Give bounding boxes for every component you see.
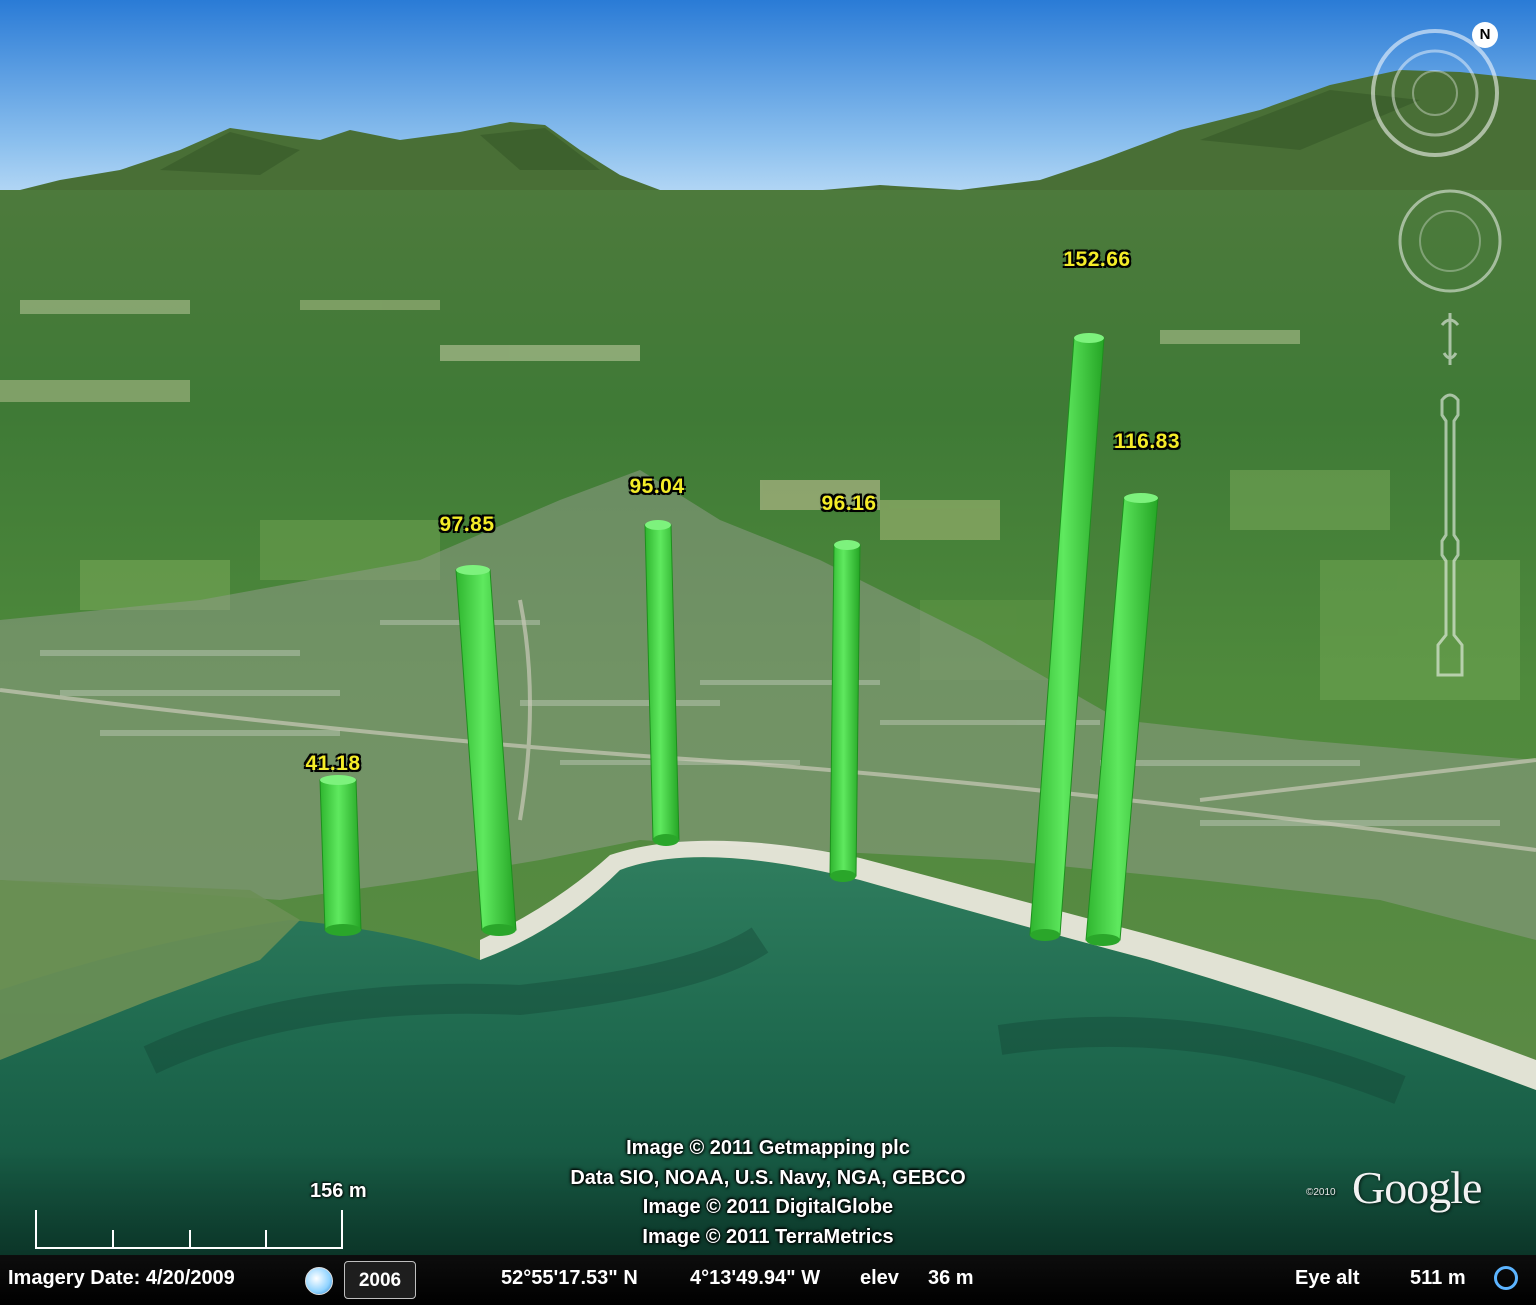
eye-altitude-value: 511 m <box>1410 1267 1466 1289</box>
elevation-value: 36 m <box>928 1267 974 1289</box>
bar-1-base <box>325 924 361 936</box>
zoom-slider[interactable] <box>1420 305 1480 695</box>
longitude-readout: 4°13'49.94" W <box>690 1267 821 1289</box>
zoom-slider-track <box>1436 393 1464 677</box>
latitude-readout: 52°55'17.53" N <box>501 1267 638 1289</box>
scale-label: 156 m <box>310 1180 367 1202</box>
bar-2-cap <box>456 565 490 575</box>
imagery-year-button[interactable]: 2006 <box>344 1261 416 1299</box>
bar-3-base <box>653 834 679 846</box>
bar-5-base <box>1030 929 1060 941</box>
bar-4[interactable] <box>829 544 861 877</box>
bar-2-label: 97.85 <box>439 513 495 536</box>
status-bar: Imagery Date: 4/20/2009 2006 52°55'17.53… <box>0 1255 1536 1305</box>
historical-imagery-clock-icon[interactable] <box>305 1267 333 1295</box>
bar-1[interactable] <box>319 779 362 931</box>
bar-4-cap <box>834 540 860 550</box>
bar-2-base <box>482 924 516 936</box>
elevation-label: elev <box>860 1267 899 1289</box>
attribution-line: Image © 2011 Getmapping plc <box>626 1137 910 1159</box>
bar-1-cap <box>320 775 356 785</box>
bar-1-label: 41.18 <box>305 752 361 775</box>
terrain-view[interactable] <box>0 0 1536 1305</box>
bar-4-base <box>830 870 856 882</box>
attribution-line: Image © 2011 TerraMetrics <box>642 1225 894 1248</box>
bar-5-label: 152.66 <box>1063 248 1131 271</box>
eye-altitude-label: Eye alt <box>1295 1267 1360 1289</box>
google-logo: Google <box>1352 1162 1482 1213</box>
bar-6-base <box>1086 934 1120 946</box>
bar-3-cap <box>645 520 671 530</box>
bar-5-cap <box>1074 333 1104 343</box>
bar-6-label: 116.83 <box>1113 430 1181 453</box>
zoom-in-icon <box>1440 313 1460 365</box>
bar-4-label: 96.16 <box>821 492 877 515</box>
bar-6-cap <box>1124 493 1158 503</box>
streaming-status-icon <box>1494 1266 1518 1290</box>
imagery-date: Imagery Date: 4/20/2009 <box>8 1267 235 1289</box>
move-joystick[interactable] <box>1395 186 1505 296</box>
logo-copyright: ©2010 <box>1306 1187 1336 1198</box>
bar-3-label: 95.04 <box>629 475 685 498</box>
north-indicator[interactable]: N <box>1472 22 1498 48</box>
